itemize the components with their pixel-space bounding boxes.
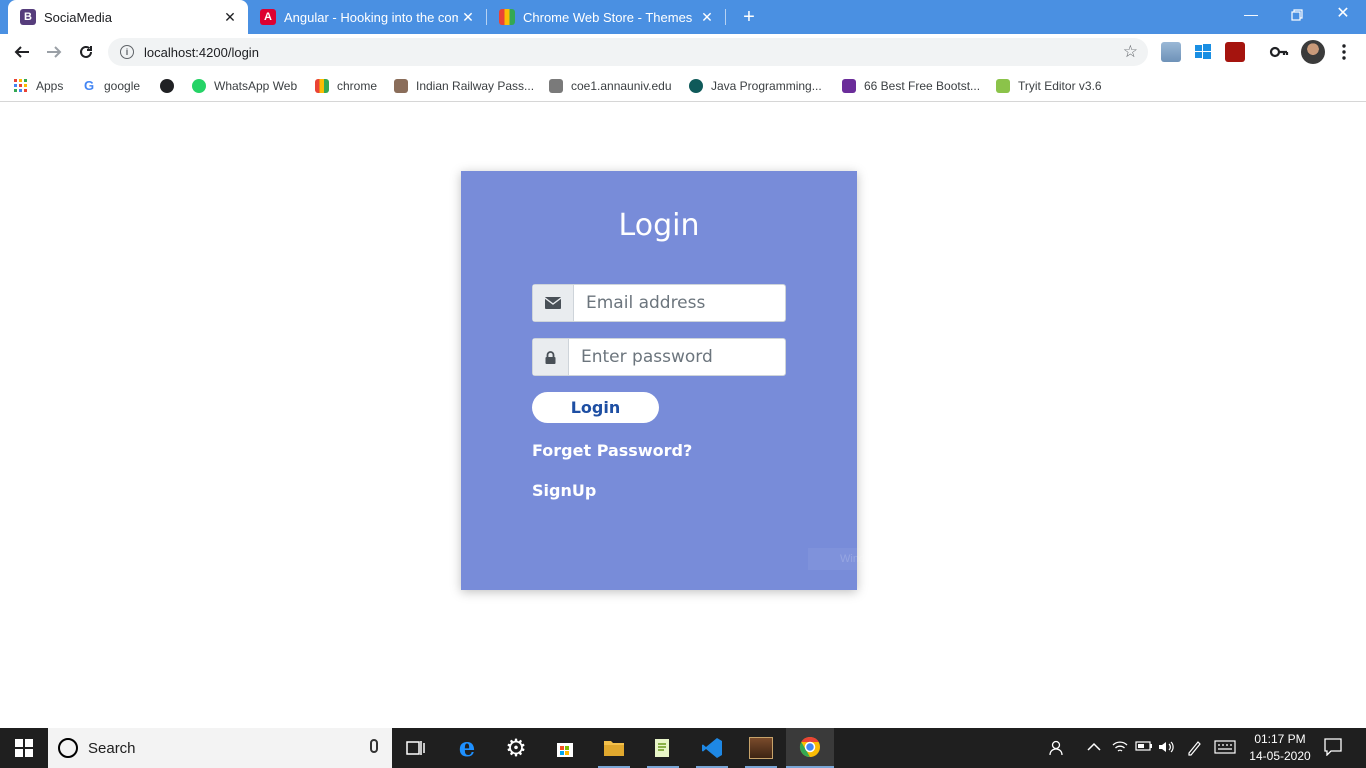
- bookmark-coe1[interactable]: coe1.annauniv.edu: [549, 76, 672, 96]
- bookmark-label: coe1.annauniv.edu: [571, 79, 672, 93]
- bookmark-label: WhatsApp Web: [214, 79, 298, 93]
- tab-chrome-web-store[interactable]: Chrome Web Store - Themes ✕: [487, 0, 725, 34]
- forward-arrow-icon[interactable]: [42, 40, 66, 64]
- forgot-password-link[interactable]: Forget Password?: [532, 441, 692, 460]
- more-menu-icon[interactable]: [1332, 40, 1356, 64]
- key-icon[interactable]: [1269, 42, 1289, 62]
- bookmark-label: google: [104, 79, 141, 93]
- url-text: localhost:4200/login: [144, 44, 259, 60]
- bookmark-label: Tryit Editor v3.6: [1018, 79, 1102, 93]
- windows-start-icon[interactable]: [0, 728, 48, 768]
- bookmark-label: Apps: [36, 79, 64, 93]
- pen-ink-icon[interactable]: [1186, 740, 1202, 759]
- close-window-icon[interactable]: ✕: [1320, 0, 1366, 30]
- login-title: Login: [618, 208, 700, 243]
- windows-logo-icon[interactable]: [1193, 42, 1213, 62]
- tab-angular[interactable]: A Angular - Hooking into the comp ✕: [248, 0, 486, 34]
- cortana-circle-icon: [58, 738, 78, 758]
- bookmark-label: Java Programming...: [711, 79, 822, 93]
- tab-strip: B SociaMedia ✕ A Angular - Hooking into …: [0, 0, 1366, 34]
- bookmark-star-icon[interactable]: ☆: [1123, 42, 1138, 62]
- address-bar[interactable]: i localhost:4200/login ☆: [108, 38, 1148, 66]
- microsoft-store-icon[interactable]: [541, 728, 589, 768]
- bootstrap-b-icon: B: [20, 9, 36, 25]
- tab-close-icon[interactable]: ✕: [458, 9, 478, 26]
- angular-icon: A: [260, 9, 276, 25]
- bookmark-globe[interactable]: [160, 76, 174, 96]
- bookmark-label: 66 Best Free Bootst...: [864, 79, 981, 93]
- bookmark-bootstrap[interactable]: 66 Best Free Bootst...: [842, 76, 980, 96]
- bookmark-indian-railway[interactable]: Indian Railway Pass...: [394, 76, 534, 96]
- globe-icon: [160, 79, 174, 93]
- profile-avatar[interactable]: [1301, 40, 1325, 64]
- envelope-icon: [533, 285, 574, 321]
- taskbar-search-label: Search: [88, 739, 136, 757]
- microphone-icon[interactable]: [370, 739, 378, 753]
- bookmark-label: Indian Railway Pass...: [416, 79, 535, 93]
- minimize-icon[interactable]: —: [1228, 0, 1274, 30]
- windows-taskbar: Search e ⚙ 01:17 PM 14-05-2020: [0, 728, 1366, 768]
- info-icon[interactable]: i: [120, 45, 134, 59]
- window-snip-overlay: Window Snip: [808, 548, 982, 570]
- whatsapp-icon: [192, 79, 206, 93]
- chevron-up-icon[interactable]: [1087, 740, 1101, 755]
- pdf-icon[interactable]: [1225, 42, 1245, 62]
- bookmark-chrome[interactable]: chrome: [315, 76, 377, 96]
- taskbar-search-box[interactable]: Search: [48, 728, 392, 768]
- extension-photo-icon[interactable]: [1161, 42, 1181, 62]
- email-field[interactable]: [574, 285, 785, 321]
- file-explorer-icon[interactable]: [590, 728, 638, 768]
- tab-sociamedia[interactable]: B SociaMedia ✕: [8, 0, 248, 34]
- tab-close-icon[interactable]: ✕: [220, 9, 240, 26]
- game-app-icon[interactable]: [737, 728, 785, 768]
- keyboard-icon[interactable]: [1214, 740, 1236, 757]
- wifi-icon[interactable]: [1112, 740, 1128, 757]
- volume-icon[interactable]: [1158, 740, 1176, 757]
- edge-browser-icon[interactable]: e: [443, 728, 491, 768]
- browser-toolbar: i localhost:4200/login ☆: [0, 34, 1366, 70]
- chrome-store-icon: [315, 79, 329, 93]
- bookmark-whatsapp[interactable]: WhatsApp Web: [192, 76, 297, 96]
- new-tab-plus-icon[interactable]: +: [737, 5, 761, 29]
- bookmark-java[interactable]: Java Programming...: [689, 76, 822, 96]
- apps-grid-icon: [14, 79, 28, 93]
- colorlib-icon: [842, 79, 856, 93]
- bookmark-label: chrome: [337, 79, 378, 93]
- university-icon: [549, 79, 563, 93]
- login-button[interactable]: Login: [532, 392, 659, 423]
- bookmark-google[interactable]: G google: [82, 76, 140, 96]
- bookmark-tryit[interactable]: Tryit Editor v3.6: [996, 76, 1102, 96]
- notepad-plus-plus-icon[interactable]: [639, 728, 687, 768]
- tab-title: Chrome Web Store - Themes: [523, 9, 693, 25]
- chrome-taskbar-icon[interactable]: [786, 728, 834, 768]
- java-site-icon: [689, 79, 703, 93]
- back-arrow-icon[interactable]: [10, 40, 34, 64]
- restore-icon[interactable]: [1274, 0, 1320, 30]
- tab-title: SociaMedia: [44, 9, 112, 25]
- password-field[interactable]: [569, 339, 785, 375]
- email-input-group: [532, 284, 786, 322]
- w3schools-icon: [996, 79, 1010, 93]
- system-clock[interactable]: 01:17 PM 14-05-2020: [1240, 731, 1320, 765]
- battery-icon[interactable]: [1135, 740, 1153, 755]
- railway-icon: [394, 79, 408, 93]
- reload-icon[interactable]: [74, 40, 98, 64]
- people-icon[interactable]: [1049, 740, 1067, 759]
- tab-close-icon[interactable]: ✕: [697, 9, 717, 26]
- action-center-icon[interactable]: [1324, 738, 1342, 759]
- tab-title: Angular - Hooking into the comp: [284, 9, 458, 25]
- clock-date: 14-05-2020: [1249, 749, 1311, 763]
- task-view-icon[interactable]: [392, 728, 440, 768]
- bookmarks-bar: Apps G google WhatsApp Web chrome Indian…: [0, 70, 1366, 102]
- lock-icon: [533, 339, 569, 375]
- tab-separator: [725, 9, 726, 25]
- bookmark-apps[interactable]: Apps: [14, 76, 63, 96]
- settings-gear-icon[interactable]: ⚙: [492, 728, 540, 768]
- chrome-web-store-icon: [499, 9, 515, 25]
- google-g-icon: G: [82, 78, 96, 93]
- password-input-group: [532, 338, 786, 376]
- signup-link[interactable]: SignUp: [532, 481, 596, 500]
- clock-time: 01:17 PM: [1254, 732, 1306, 746]
- vscode-icon[interactable]: [688, 728, 736, 768]
